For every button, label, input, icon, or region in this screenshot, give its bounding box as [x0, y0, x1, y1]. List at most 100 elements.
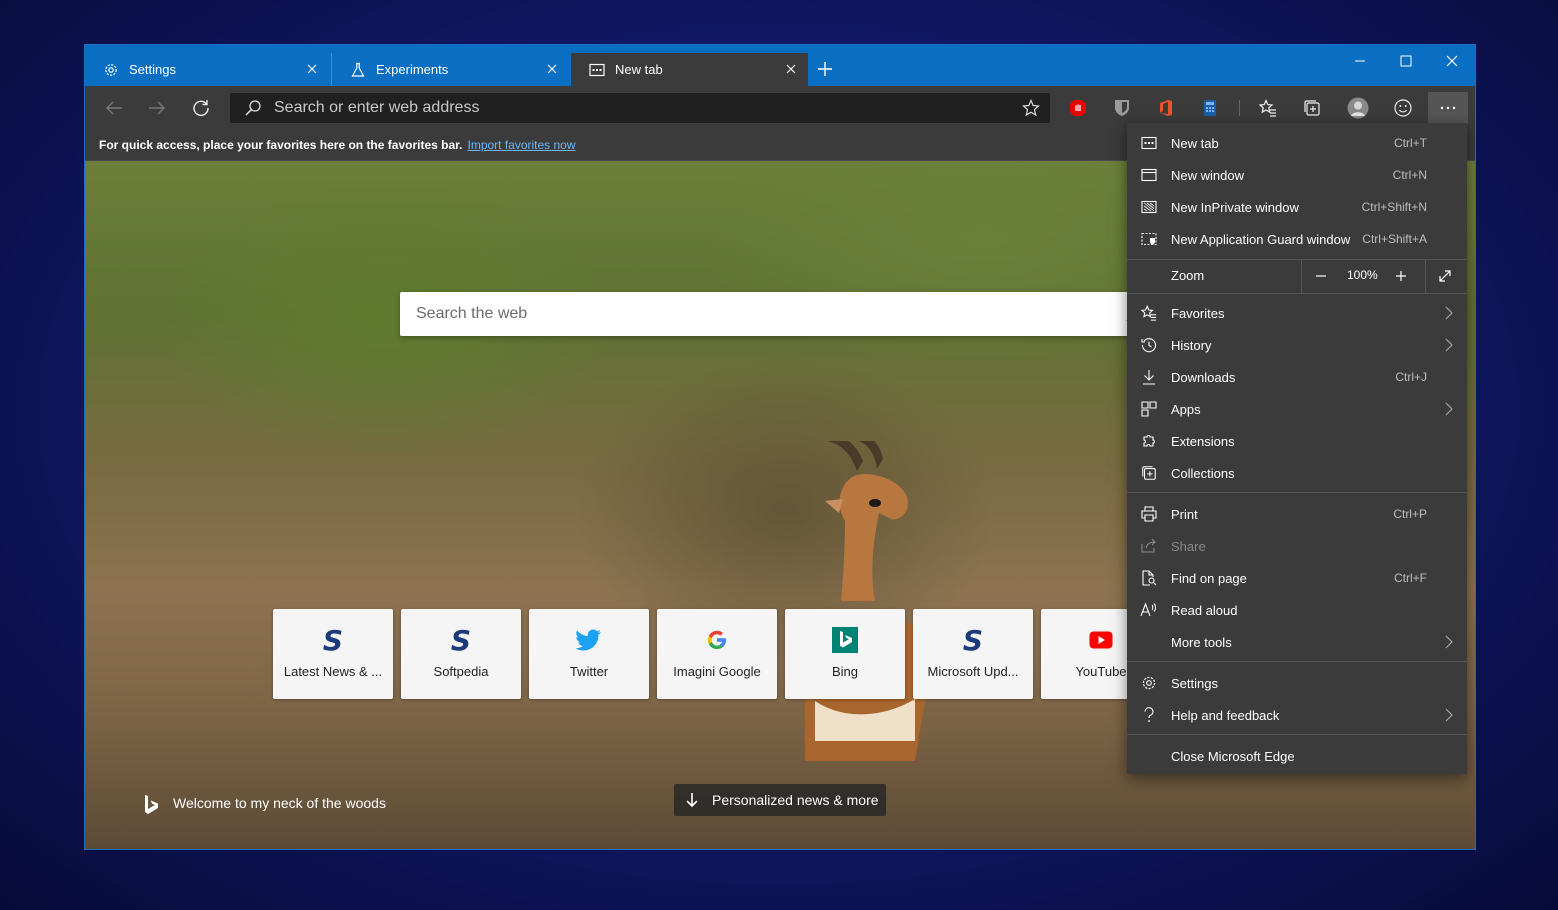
add-favorite-star-icon[interactable] — [1022, 99, 1040, 122]
favorites-bar-message: For quick access, place your favorites h… — [99, 138, 463, 152]
feedback-smiley-icon[interactable] — [1392, 97, 1414, 119]
question-mark-icon — [1140, 707, 1158, 723]
address-bar[interactable]: Search or enter web address — [230, 93, 1050, 123]
application-guard-icon — [1140, 231, 1158, 247]
quick-link-tile[interactable]: Twitter — [529, 609, 649, 699]
menu-item-collections[interactable]: Collections — [1127, 457, 1467, 489]
zoom-level: 100% — [1347, 268, 1378, 282]
menu-shortcut: Ctrl+Shift+N — [1361, 200, 1427, 214]
bing-logo-icon — [830, 625, 860, 655]
collections-icon[interactable] — [1301, 97, 1323, 119]
favorites-icon[interactable] — [1257, 97, 1279, 119]
tab-experiments[interactable]: Experiments — [331, 53, 569, 86]
tab-settings[interactable]: Settings — [85, 53, 329, 86]
personalized-news-button[interactable]: Personalized news & more — [674, 784, 886, 816]
search-icon — [244, 99, 262, 122]
menu-item-new-tab[interactable]: New tab Ctrl+T — [1127, 127, 1467, 159]
maximize-button[interactable] — [1383, 45, 1429, 77]
menu-item-history[interactable]: History — [1127, 329, 1467, 361]
menu-shortcut: Ctrl+P — [1393, 507, 1427, 521]
menu-divider — [1127, 293, 1467, 294]
menu-item-new-inprivate-window[interactable]: New InPrivate window Ctrl+Shift+N — [1127, 191, 1467, 223]
zoom-label: Zoom — [1171, 268, 1205, 283]
tile-label: Imagini Google — [673, 664, 761, 679]
menu-divider — [1127, 734, 1467, 735]
minimize-button[interactable] — [1337, 45, 1383, 77]
calculator-extension-icon[interactable] — [1199, 97, 1221, 119]
quick-link-tile[interactable]: Imagini Google — [657, 609, 777, 699]
close-tab-icon[interactable] — [543, 60, 561, 78]
menu-shortcut: Ctrl+F — [1394, 571, 1427, 585]
puzzle-piece-icon — [1140, 433, 1158, 449]
menu-item-extensions[interactable]: Extensions — [1127, 425, 1467, 457]
menu-item-new-window[interactable]: New window Ctrl+N — [1127, 159, 1467, 191]
menu-item-print[interactable]: Print Ctrl+P — [1127, 498, 1467, 530]
menu-item-downloads[interactable]: Downloads Ctrl+J — [1127, 361, 1467, 393]
title-bar: Settings Experiments New tab — [85, 45, 1475, 86]
menu-label: Favorites — [1171, 305, 1225, 321]
tile-label: YouTube — [1075, 664, 1127, 679]
menu-item-help-and-feedback[interactable]: Help and feedback — [1127, 699, 1467, 731]
zoom-in-button[interactable] — [1391, 266, 1411, 286]
menu-label: New InPrivate window — [1171, 199, 1299, 215]
read-aloud-icon — [1140, 602, 1158, 618]
image-caption[interactable]: Welcome to my neck of the woods — [173, 795, 386, 811]
menu-item-close-microsoft-edge[interactable]: Close Microsoft Edge — [1127, 740, 1467, 772]
quick-link-tile[interactable]: S Softpedia — [401, 609, 521, 699]
zoom-out-button[interactable] — [1311, 266, 1331, 286]
printer-icon — [1140, 506, 1158, 522]
bing-mark-icon — [143, 794, 161, 816]
forward-button[interactable] — [144, 96, 170, 120]
menu-label: Help and feedback — [1171, 707, 1280, 723]
close-window-button[interactable] — [1429, 45, 1475, 77]
close-tab-icon[interactable] — [303, 60, 321, 78]
flask-icon — [350, 62, 366, 78]
chevron-right-icon — [1445, 338, 1453, 355]
adblock-extension-icon[interactable] — [1067, 97, 1089, 119]
menu-divider — [1127, 661, 1467, 662]
favorites-icon — [1140, 305, 1158, 321]
tile-label: Softpedia — [433, 664, 489, 679]
refresh-button[interactable] — [188, 96, 214, 120]
softpedia-logo-icon: S — [450, 623, 472, 657]
menu-item-read-aloud[interactable]: Read aloud — [1127, 594, 1467, 626]
menu-item-apps[interactable]: Apps — [1127, 393, 1467, 425]
zoom-divider — [1425, 259, 1426, 293]
tab-label: New tab — [615, 62, 663, 77]
zoom-divider — [1301, 259, 1302, 293]
softpedia-logo-icon: S — [322, 623, 344, 657]
tile-label: Latest News & ... — [283, 664, 383, 679]
office-extension-icon[interactable] — [1155, 97, 1177, 119]
gear-icon — [103, 62, 119, 78]
menu-item-more-tools[interactable]: More tools — [1127, 626, 1467, 658]
toolbar-divider — [1239, 100, 1240, 116]
collections-icon — [1140, 465, 1158, 481]
menu-shortcut: Ctrl+N — [1392, 168, 1427, 182]
youtube-logo-icon — [1086, 625, 1116, 655]
menu-item-new-application-guard-window[interactable]: New Application Guard window Ctrl+Shift+… — [1127, 223, 1467, 255]
web-search-input[interactable]: Search the web — [400, 292, 1142, 336]
chevron-right-icon — [1445, 635, 1453, 652]
chevron-right-icon — [1445, 708, 1453, 725]
quick-link-tile[interactable]: Bing — [785, 609, 905, 699]
web-search-placeholder: Search the web — [416, 305, 528, 322]
new-tab-button[interactable] — [815, 59, 835, 79]
zoom-row: Zoom 100% — [1127, 259, 1467, 293]
tab-new-tab[interactable]: New tab — [571, 53, 808, 86]
menu-item-find-on-page[interactable]: Find on page Ctrl+F — [1127, 562, 1467, 594]
news-button-label: Personalized news & more — [712, 792, 879, 808]
download-icon — [1140, 369, 1158, 385]
import-favorites-link[interactable]: Import favorites now — [467, 138, 575, 152]
menu-label: New tab — [1171, 135, 1219, 151]
quick-link-tile[interactable]: S Microsoft Upd... — [913, 609, 1033, 699]
quick-link-tile[interactable]: S Latest News & ... — [273, 609, 393, 699]
profile-avatar[interactable] — [1347, 97, 1369, 119]
menu-label: Extensions — [1171, 433, 1235, 449]
bitwarden-extension-icon[interactable] — [1111, 97, 1133, 119]
close-tab-icon[interactable] — [782, 60, 800, 78]
back-button[interactable] — [101, 96, 127, 120]
menu-item-favorites[interactable]: Favorites — [1127, 297, 1467, 329]
menu-item-settings[interactable]: Settings — [1127, 667, 1467, 699]
settings-and-more-button[interactable] — [1428, 92, 1468, 124]
fullscreen-button[interactable] — [1435, 266, 1455, 286]
